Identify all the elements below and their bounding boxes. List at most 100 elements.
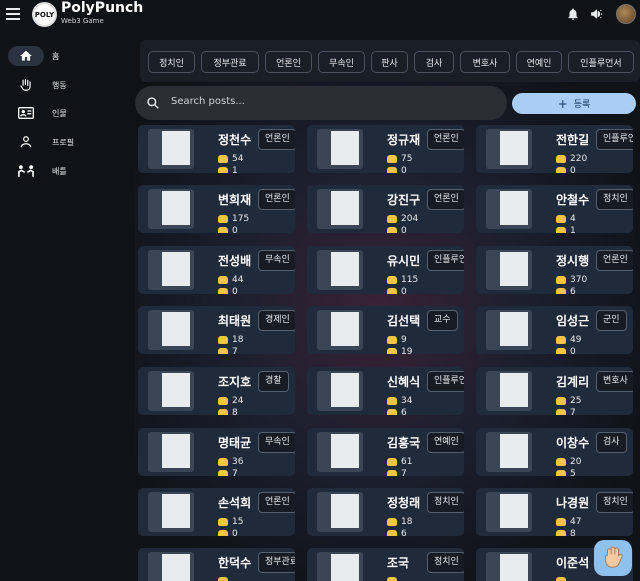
person-category-tag[interactable]: 연예인	[427, 432, 464, 453]
person-name: 이준석	[556, 556, 590, 570]
fist-icon	[556, 167, 566, 173]
person-card[interactable]: 유시민 인플루언서 115 0	[307, 246, 464, 294]
app-header: POLY PolyPunch Web3 Game	[0, 0, 640, 32]
punch-count: 49	[556, 335, 581, 345]
person-photo	[317, 371, 363, 411]
fist-icon	[218, 215, 228, 223]
fist-icon	[218, 458, 228, 466]
sidebar-item-battle[interactable]: 배틀	[8, 160, 67, 182]
person-category-tag[interactable]: 인플루언서	[427, 371, 464, 392]
person-name: 변희재	[218, 193, 252, 207]
punch-fab[interactable]	[594, 540, 632, 576]
person-card[interactable]: 임성근 군인 49 0	[476, 306, 633, 354]
person-card[interactable]: 김흥국 연예인 61 7	[307, 428, 464, 476]
secondary-count: 5	[556, 469, 576, 476]
person-card[interactable]: 정규재 언론인 75 0	[307, 125, 464, 173]
person-category-tag[interactable]: 언론인	[427, 189, 464, 210]
punch-count: 61	[387, 457, 412, 467]
user-avatar[interactable]	[616, 4, 636, 24]
person-category-tag[interactable]: 정치인	[427, 552, 464, 573]
brand-title: PolyPunch	[61, 0, 144, 16]
person-category-tag[interactable]: 무속인	[258, 250, 295, 271]
person-name: 최태원	[218, 314, 252, 328]
person-category-tag[interactable]: 언론인	[258, 129, 295, 150]
person-category-tag[interactable]: 군인	[596, 310, 627, 331]
megaphone-icon[interactable]	[590, 7, 604, 21]
person-card[interactable]: 안철수 정치인 4 1	[476, 185, 633, 233]
secondary-count: 1	[556, 226, 576, 233]
person-category-tag[interactable]: 인플루언서	[596, 129, 633, 150]
punch-count: 20	[556, 457, 581, 467]
filter-chip-lawyer[interactable]: 변호사	[460, 51, 510, 73]
filter-chip-entertainer[interactable]: 연예인	[516, 51, 562, 73]
person-card[interactable]: 김계리 변호사 25 7	[476, 367, 633, 415]
filter-chip-journalist[interactable]: 언론인	[265, 51, 312, 73]
person-category-tag[interactable]: 경찰	[258, 371, 289, 392]
person-category-tag[interactable]: 정부관료	[258, 552, 295, 573]
person-name: 정규재	[387, 133, 421, 147]
fist-icon	[218, 409, 228, 415]
sidebar-item-people[interactable]: 인물	[8, 102, 67, 124]
person-card[interactable]: 조국 정치인	[307, 548, 464, 581]
search-bar[interactable]: Search posts...	[135, 86, 507, 120]
person-card[interactable]: 나경원 정치인 47 8	[476, 488, 633, 536]
sidebar-item-label: 인물	[52, 108, 67, 118]
secondary-count: 0	[387, 226, 407, 233]
fist-icon	[218, 348, 228, 354]
logo[interactable]: POLY	[32, 2, 57, 27]
person-category-tag[interactable]: 언론인	[258, 189, 295, 210]
person-card[interactable]: 정천수 언론인 54 1	[138, 125, 295, 173]
person-category-tag[interactable]: 언론인	[258, 492, 295, 513]
person-card[interactable]: 신혜식 인플루언서 34 6	[307, 367, 464, 415]
filter-chip-judge[interactable]: 판사	[371, 51, 408, 73]
person-card[interactable]: 변희재 언론인 175 0	[138, 185, 295, 233]
person-card[interactable]: 이창수 검사 20 5	[476, 428, 633, 476]
person-name: 이창수	[556, 436, 590, 450]
sidebar-item-action[interactable]: 행동	[8, 74, 67, 96]
person-card[interactable]: 전한길 인플루언서 220 0	[476, 125, 633, 173]
person-card[interactable]: 정시행 언론인 370 6	[476, 246, 633, 294]
person-card[interactable]: 강진구 언론인 204 0	[307, 185, 464, 233]
person-card[interactable]: 전성배 무속인 44 0	[138, 246, 295, 294]
person-category-tag[interactable]: 무속인	[258, 432, 295, 453]
brand-subtitle: Web3 Game	[61, 17, 104, 25]
person-card[interactable]: 한덕수 정부관료	[138, 548, 295, 581]
person-category-tag[interactable]: 정치인	[596, 189, 633, 210]
person-category-tag[interactable]: 정치인	[427, 492, 464, 513]
punch-count: 54	[218, 154, 243, 164]
sidebar-item-profile[interactable]: 프로필	[8, 131, 74, 153]
filter-chip-influencer[interactable]: 인플루언서	[568, 51, 634, 73]
person-name: 나경원	[556, 496, 590, 510]
person-card[interactable]: 최태원 경제인 18 7	[138, 306, 295, 354]
register-button[interactable]: + 등록	[512, 93, 636, 114]
menu-icon[interactable]	[6, 8, 20, 20]
person-card[interactable]: 명태균 무속인 36 7	[138, 428, 295, 476]
person-category-tag[interactable]: 검사	[596, 432, 627, 453]
fist-icon	[556, 470, 566, 476]
sidebar-item-home[interactable]: 홈	[8, 45, 59, 67]
filter-chip-prosecutor[interactable]: 검사	[414, 51, 454, 73]
person-card[interactable]: 조지호 경찰 24 8	[138, 367, 295, 415]
person-category-tag[interactable]: 언론인	[427, 129, 464, 150]
person-card[interactable]: 정청래 정치인 18 6	[307, 488, 464, 536]
person-category-tag[interactable]: 경제인	[258, 310, 295, 331]
punch-count: 18	[387, 517, 412, 527]
person-name: 정천수	[218, 133, 252, 147]
person-category-tag[interactable]: 언론인	[596, 250, 633, 271]
person-card[interactable]: 손석희 언론인 15 0	[138, 488, 295, 536]
person-photo	[317, 250, 363, 290]
person-category-tag[interactable]: 교수	[427, 310, 458, 331]
filter-chip-politician[interactable]: 정치인	[148, 51, 195, 73]
fist-icon	[387, 397, 397, 405]
search-input[interactable]: Search posts...	[171, 96, 245, 107]
bell-icon[interactable]	[566, 7, 580, 21]
fist-icon	[218, 577, 228, 581]
person-category-tag[interactable]: 변호사	[596, 371, 633, 392]
person-name: 강진구	[387, 193, 421, 207]
person-card[interactable]: 김선택 교수 9 19	[307, 306, 464, 354]
filter-chip-official[interactable]: 정부관료	[201, 51, 259, 73]
person-category-tag[interactable]: 인플루언서	[427, 250, 464, 271]
person-category-tag[interactable]: 정치인	[596, 492, 633, 513]
filter-chip-shaman[interactable]: 무속인	[318, 51, 365, 73]
secondary-count: 7	[387, 469, 407, 476]
